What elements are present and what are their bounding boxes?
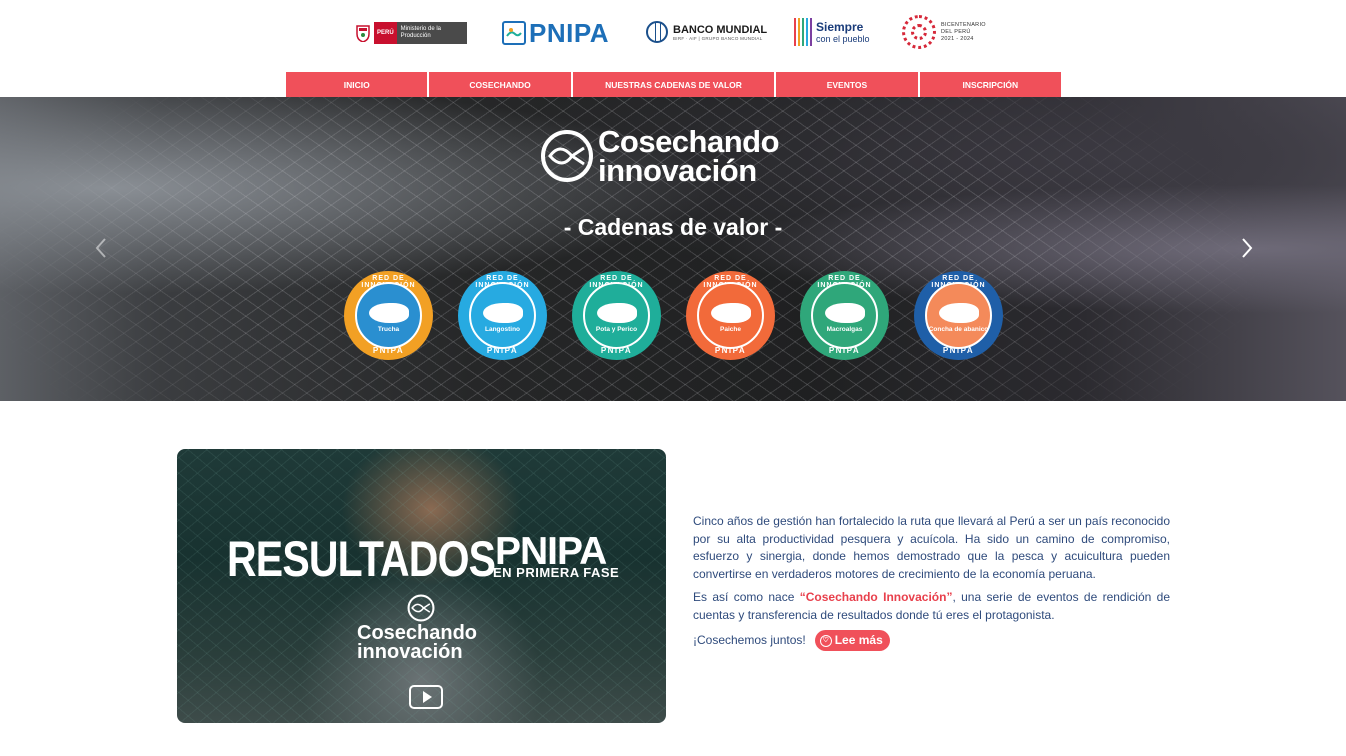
chevron-right-icon bbox=[1242, 238, 1253, 258]
badge-ring-bottom: PNIPA bbox=[372, 346, 405, 355]
read-more-label: Lee más bbox=[834, 632, 883, 647]
cosechando-innovacion-logo: Cosechando innovación bbox=[540, 124, 780, 188]
ministry-label: Ministerio de la Producción bbox=[396, 22, 467, 44]
peru-crest-icon bbox=[356, 25, 370, 42]
badge-concha-de-abanico[interactable]: RED DE INNOVACIÓNConcha de abanicoPNIPA bbox=[914, 271, 1003, 360]
pnipa-wordmark: PNIPA bbox=[529, 17, 610, 48]
badge-name: Langostino bbox=[484, 325, 521, 333]
badge-ring-bottom: PNIPA bbox=[942, 346, 975, 355]
nav-item-inicio[interactable]: INICIO bbox=[286, 72, 428, 97]
video-logo-line2: innovación bbox=[357, 641, 463, 663]
badge-langostino[interactable]: RED DE INNOVACIÓNLangostinoPNIPA bbox=[458, 271, 547, 360]
intro-cta-row: ¡Cosechemos juntos! ♡ Lee más bbox=[693, 630, 1170, 651]
intro-text: Cinco años de gestión han fortalecido la… bbox=[693, 513, 1170, 651]
badge-name: Macroalgas bbox=[826, 325, 863, 333]
fish-circle-icon bbox=[541, 130, 593, 182]
carousel-next-button[interactable] bbox=[1238, 237, 1256, 261]
badge-name: Concha de abanico bbox=[928, 325, 989, 333]
hero-subtitle: - Cadenas de valor - bbox=[563, 214, 783, 240]
species-icon bbox=[710, 302, 751, 323]
badge-ring-bottom: PNIPA bbox=[828, 346, 861, 355]
peru-label: PERÚ bbox=[374, 22, 397, 44]
intro-paragraph-1: Cinco años de gestión han fortalecido la… bbox=[693, 514, 1170, 581]
badge-inner: Paiche bbox=[697, 282, 764, 349]
ministerio-produccion-logo[interactable]: PERÚ Ministerio de la Producción bbox=[354, 22, 467, 44]
bicentenario-ring-icon bbox=[902, 15, 936, 49]
banco-mundial-name: BANCO MUNDIAL bbox=[673, 23, 768, 36]
intro-paragraph-2: Es así como nace “Cosechando Innovación”… bbox=[693, 589, 1170, 624]
hero-logo-line1: Cosechando bbox=[598, 124, 780, 159]
badge-macroalgas[interactable]: RED DE INNOVACIÓNMacroalgasPNIPA bbox=[800, 271, 889, 360]
pnipa-symbol-icon bbox=[502, 21, 526, 45]
siempre-con-el-pueblo-logo[interactable]: Siempre con el pueblo bbox=[794, 18, 870, 46]
nav-item-eventos[interactable]: EVENTOS bbox=[776, 72, 918, 97]
colored-bars-icon bbox=[794, 18, 812, 46]
resultados-video-card[interactable]: RESULTADOS PNIPA EN PRIMERA FASE Cosecha… bbox=[177, 449, 666, 723]
globe-icon bbox=[646, 21, 668, 43]
badge-ring-bottom: PNIPA bbox=[714, 346, 747, 355]
badge-trucha[interactable]: RED DE INNOVACIÓNTruchaPNIPA bbox=[344, 271, 433, 360]
video-logo-text: Cosechando innovación bbox=[357, 623, 477, 663]
nav-item-cosechando[interactable]: COSECHANDO bbox=[429, 72, 571, 97]
species-icon bbox=[368, 302, 409, 323]
video-title-fase: EN PRIMERA FASE bbox=[493, 565, 620, 580]
bicentenario-line3: 2021 - 2024 bbox=[941, 35, 974, 42]
bicentenario-line2: DEL PERÚ bbox=[941, 28, 971, 35]
badge-paiche[interactable]: RED DE INNOVACIÓNPaichePNIPA bbox=[686, 271, 775, 360]
badge-pota-y-perico[interactable]: RED DE INNOVACIÓNPota y PericoPNIPA bbox=[572, 271, 661, 360]
hero-carousel: Cosechando innovación - Cadenas de valor… bbox=[0, 97, 1346, 401]
species-icon bbox=[938, 302, 979, 323]
species-icon bbox=[482, 302, 523, 323]
badge-ring-bottom: PNIPA bbox=[486, 346, 519, 355]
siempre-line1: Siempre bbox=[816, 20, 864, 34]
badge-inner: Trucha bbox=[355, 282, 422, 349]
badge-name: Pota y Perico bbox=[595, 325, 638, 333]
bicentenario-logo[interactable]: BICENTENARIO DEL PERÚ 2021 - 2024 bbox=[902, 15, 986, 49]
read-more-button[interactable]: ♡ Lee más bbox=[814, 630, 890, 651]
p2-before: Es así como nace bbox=[693, 590, 800, 604]
species-icon bbox=[824, 302, 865, 323]
badge-name: Trucha bbox=[377, 325, 400, 333]
badge-inner: Macroalgas bbox=[811, 282, 878, 349]
badge-inner: Pota y Perico bbox=[583, 282, 650, 349]
badge-name: Paiche bbox=[720, 325, 741, 333]
chevron-left-icon bbox=[95, 238, 106, 258]
fish-circle-icon bbox=[407, 594, 435, 622]
badge-inner: Concha de abanico bbox=[925, 282, 992, 349]
bicentenario-line1: BICENTENARIO bbox=[941, 21, 986, 28]
species-icon bbox=[596, 302, 637, 323]
banco-mundial-sub: BIRF · AIF | GRUPO BANCO MUNDIAL bbox=[673, 35, 763, 41]
cosechemos-juntos-text: ¡Cosechemos juntos! bbox=[693, 632, 806, 647]
pnipa-logo[interactable]: PNIPA bbox=[502, 17, 610, 48]
banco-mundial-logo[interactable]: BANCO MUNDIAL BIRF · AIF | GRUPO BANCO M… bbox=[646, 21, 767, 43]
value-chain-badges: RED DE INNOVACIÓNTruchaPNIPARED DE INNOV… bbox=[344, 271, 1003, 360]
badge-ring-bottom: PNIPA bbox=[600, 346, 633, 355]
nav-item-cadenas-de-valor[interactable]: NUESTRAS CADENAS DE VALOR bbox=[572, 72, 775, 97]
main-nav: INICIO COSECHANDO NUESTRAS CADENAS DE VA… bbox=[286, 72, 1062, 97]
p2-highlight: “Cosechando Innovación” bbox=[799, 590, 953, 604]
carousel-prev-button[interactable] bbox=[92, 237, 110, 261]
nav-item-inscripcion[interactable]: INSCRIPCIÓN bbox=[919, 72, 1062, 97]
partner-logos-bar: PERÚ Ministerio de la Producción PNIPA B… bbox=[0, 0, 1346, 72]
siempre-line2: con el pueblo bbox=[816, 34, 870, 44]
play-icon[interactable] bbox=[409, 685, 443, 709]
badge-inner: Langostino bbox=[469, 282, 536, 349]
video-title-resultados: RESULTADOS bbox=[227, 531, 496, 587]
hero-logo-line2: innovación bbox=[598, 153, 757, 188]
heart-icon: ♡ bbox=[819, 634, 832, 647]
